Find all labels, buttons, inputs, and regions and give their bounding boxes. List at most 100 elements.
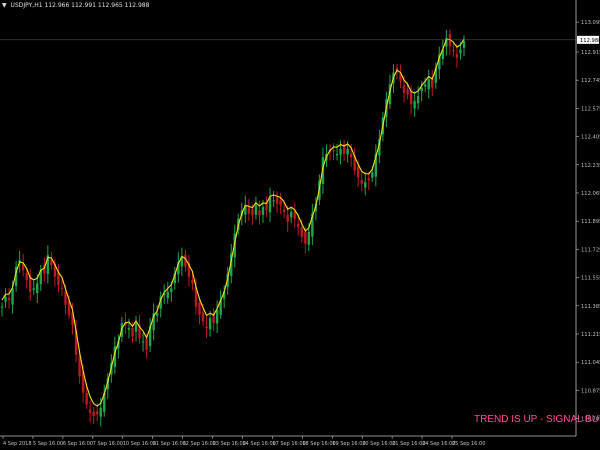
candle-body [282, 209, 286, 213]
price-tick-label: 110.875 [581, 388, 600, 394]
candle-body [346, 149, 349, 155]
time-tick-label: 11 Sep 16:00 [153, 441, 186, 447]
quote-label: 112.966 112.991 112.965 112.988 [44, 2, 150, 9]
collapse-arrow-icon[interactable]: ▼ [2, 2, 7, 9]
candle-body [424, 84, 427, 87]
candle-body [402, 85, 406, 93]
candle-body [462, 41, 466, 48]
candle-body [251, 208, 254, 216]
candle-body [297, 223, 300, 227]
candle-body [92, 411, 95, 417]
price-tick-label: 112.065 [581, 191, 600, 197]
time-tick-label: 13 Sep 16:00 [213, 441, 246, 447]
candle-body [413, 100, 416, 109]
candle-body [371, 172, 374, 178]
candle-body [208, 318, 212, 330]
candle-body [286, 214, 289, 222]
candle-body [215, 309, 219, 324]
candle-body [304, 231, 307, 244]
time-tick-label: 7 Sep 16:00 [93, 441, 123, 447]
price-chart[interactable]: 113.095 112.915 112.745 112.575 112.405 112.2… [0, 0, 600, 450]
candle-body [364, 182, 367, 188]
candle-body [416, 95, 420, 104]
chart-header: ▼ USDJPY,H1 112.966 112.991 112.965 112.… [2, 2, 149, 9]
time-tick-label: 19 Sep 16:00 [332, 441, 365, 447]
price-tick-label: 112.405 [581, 135, 600, 141]
candle-body [431, 79, 434, 88]
candle-body [275, 197, 279, 204]
candle-body [60, 287, 64, 289]
candle-body [247, 207, 251, 214]
price-tick-label: 111.215 [581, 332, 600, 338]
candle-body [367, 178, 370, 181]
candle-body [50, 260, 53, 266]
candle-body [127, 328, 131, 330]
candle-body [134, 323, 138, 332]
candle-body [427, 79, 430, 90]
candle-body [11, 288, 14, 305]
price-tick-label: 111.385 [581, 304, 600, 310]
candle-body [406, 89, 409, 95]
candle-body [349, 153, 353, 158]
candle-body [261, 207, 265, 215]
candle-body [452, 49, 455, 52]
candle-body [32, 288, 35, 290]
time-tick-label: 10 Sep 16:00 [123, 441, 156, 447]
candle-body [409, 90, 413, 105]
price-tick-label: 111.895 [581, 219, 600, 225]
time-tick-label: 17 Sep 16:00 [272, 441, 305, 447]
candle-body [191, 279, 194, 284]
candle-body [258, 210, 261, 216]
candle-body [36, 283, 39, 294]
candle-body [0, 306, 4, 308]
candle-body [332, 150, 335, 152]
candle-body [459, 49, 462, 54]
time-tick-label: 5 Sep 16:00 [33, 441, 63, 447]
candle-body [155, 313, 159, 317]
candle-body [289, 212, 293, 218]
time-tick-label: 20 Sep 16:00 [362, 441, 395, 447]
candle-body [141, 341, 145, 343]
time-tick-label: 24 Sep 16:00 [422, 441, 455, 447]
candle-body [99, 407, 102, 417]
candle-body [64, 291, 67, 305]
symbol-label: USDJPY,H1 [10, 2, 43, 9]
time-tick-label: 6 Sep 16:00 [63, 441, 93, 447]
candle-body [88, 409, 92, 413]
price-tick-label: 112.915 [581, 50, 600, 56]
candle-body [268, 197, 272, 213]
candle-body [420, 87, 423, 92]
time-tick-label: 4 Sep 2018 [3, 441, 32, 447]
chart-window[interactable]: 113.095 112.915 112.745 112.575 112.405 112.2… [0, 0, 600, 450]
current-price-label: 112.988 [580, 38, 600, 44]
candle-body [455, 53, 459, 58]
time-tick-label: 21 Sep 16:00 [392, 441, 425, 447]
candle-body [272, 200, 275, 202]
time-tick-label: 12 Sep 16:00 [183, 441, 216, 447]
candle-body [4, 296, 7, 302]
time-tick-label: 25 Sep 16:00 [452, 441, 485, 447]
candle-body [254, 205, 258, 215]
price-tick-label: 112.575 [581, 106, 600, 112]
time-tick-label: 14 Sep 16:00 [242, 441, 275, 447]
trend-line [1, 38, 465, 407]
candle-body [170, 288, 173, 293]
candle-body [335, 153, 339, 156]
candle-body [356, 166, 360, 178]
signal-status: TREND IS UP - SIGNAL BUY ☝ [474, 414, 600, 425]
candle-body [145, 338, 148, 350]
price-tick-label: 113.095 [581, 20, 600, 26]
candle-body [96, 411, 99, 415]
candle-body [131, 327, 134, 337]
price-tick-label: 111.725 [581, 247, 600, 253]
time-tick-label: 18 Sep 16:00 [302, 441, 335, 447]
candle-body [166, 291, 169, 299]
candle-body [339, 149, 342, 155]
price-tick-label: 112.745 [581, 78, 600, 84]
candle-body [205, 326, 208, 329]
candle-body [198, 302, 201, 315]
signal-text: TREND IS UP - SIGNAL BUY [474, 414, 600, 425]
candle-body [201, 312, 205, 322]
price-tick-label: 112.235 [581, 163, 600, 169]
candle-body [25, 273, 28, 281]
